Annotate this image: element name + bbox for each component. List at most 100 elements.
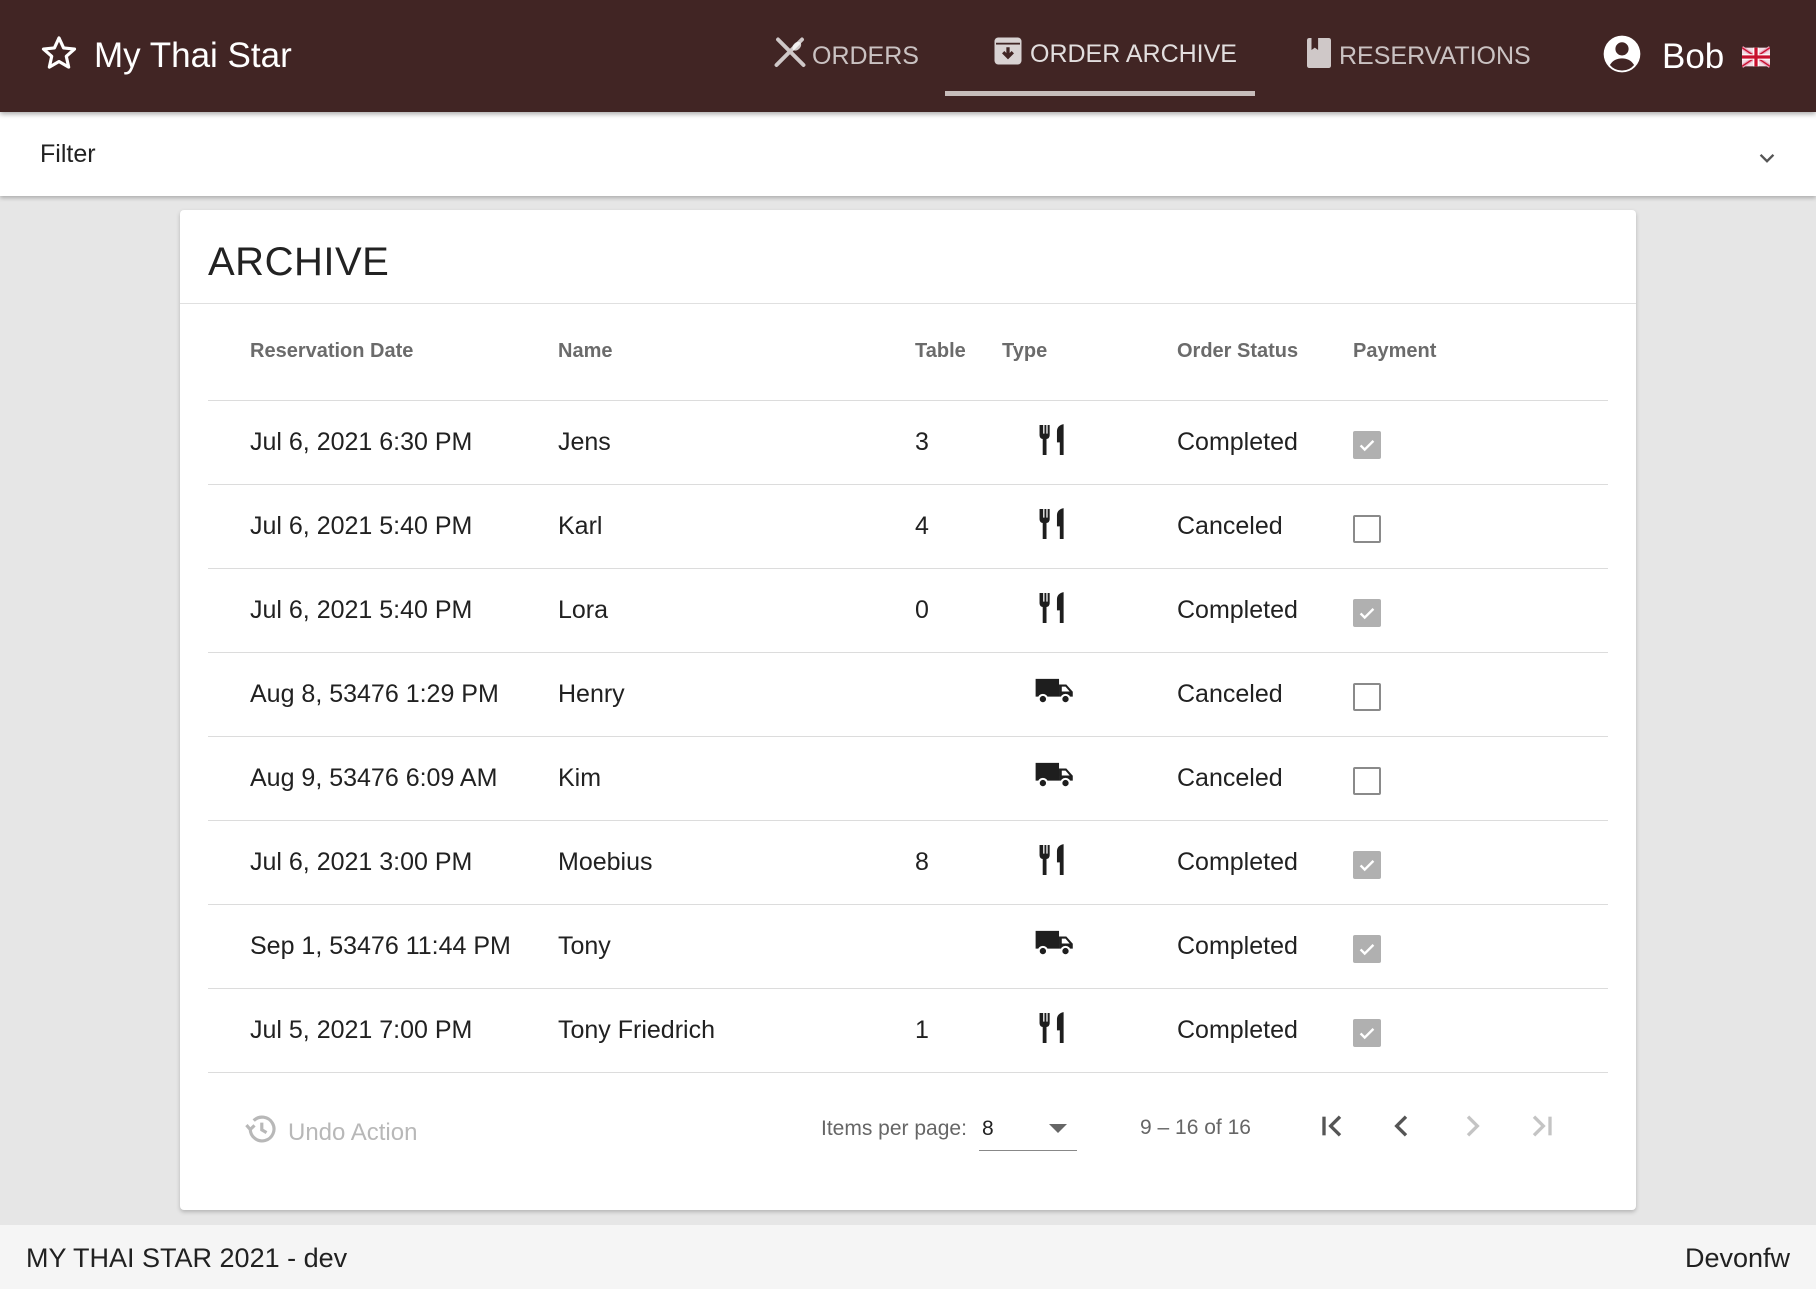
- first-page-icon: [1316, 1110, 1348, 1147]
- table-number-cell: 0: [915, 596, 929, 624]
- chevron-right-icon: [1456, 1110, 1488, 1147]
- first-page-button[interactable]: [1308, 1104, 1356, 1152]
- table-number-cell: 8: [915, 848, 929, 876]
- name-cell: Tony Friedrich: [558, 1016, 715, 1044]
- column-header-reservation-date[interactable]: Reservation Date: [250, 340, 413, 363]
- delivery-truck-icon: [1034, 757, 1076, 798]
- table-row[interactable]: Jul 6, 2021 5:40 PM Lora 0 Completed: [208, 568, 1608, 652]
- en-gb-flag-icon[interactable]: [1740, 46, 1772, 73]
- column-header-type[interactable]: Type: [1002, 340, 1047, 363]
- filter-panel[interactable]: Filter: [0, 112, 1816, 196]
- app-title: My Thai Star: [94, 35, 292, 75]
- tab-reservations[interactable]: RESERVATIONS: [1303, 34, 1531, 78]
- table-row[interactable]: Jul 5, 2021 7:00 PM Tony Friedrich 1 Comple…: [208, 988, 1608, 1072]
- footer-credit: Devonfw: [1684, 1243, 1790, 1273]
- order-status-cell: Canceled: [1177, 764, 1283, 792]
- active-tab-indicator: [945, 91, 1255, 96]
- reservation-date-cell: Aug 9, 53476 6:09 AM: [250, 764, 498, 792]
- order-status-cell: Completed: [1177, 596, 1298, 624]
- column-header-table[interactable]: Table: [915, 340, 966, 363]
- table-row[interactable]: Sep 1, 53476 11:44 PM Tony Completed: [208, 904, 1608, 988]
- cutlery-cross-icon: [772, 35, 808, 78]
- undo-action-button[interactable]: Undo Action: [242, 1110, 417, 1155]
- archive-card: ARCHIVE Reservation Date Name Table Type…: [180, 210, 1636, 1210]
- table-row[interactable]: Jul 6, 2021 6:30 PM Jens 3 Completed: [208, 400, 1608, 484]
- column-header-order-status[interactable]: Order Status: [1177, 340, 1298, 363]
- delivery-truck-icon: [1034, 673, 1076, 714]
- reservation-date-cell: Jul 6, 2021 6:30 PM: [250, 428, 473, 456]
- order-status-cell: Canceled: [1177, 680, 1283, 708]
- cutlery-icon: [1034, 589, 1072, 632]
- table-row[interactable]: Jul 6, 2021 3:00 PM Moebius 8 Completed: [208, 820, 1608, 904]
- reservation-date-cell: Aug 8, 53476 1:29 PM: [250, 680, 499, 708]
- payment-checkbox[interactable]: [1353, 935, 1381, 963]
- undo-action-label: Undo Action: [288, 1118, 418, 1146]
- user-menu[interactable]: Bob: [1600, 32, 1724, 81]
- column-header-name[interactable]: Name: [558, 340, 612, 363]
- reservation-date-cell: Jul 5, 2021 7:00 PM: [250, 1016, 473, 1044]
- cutlery-icon: [1034, 505, 1072, 548]
- chevron-left-icon: [1386, 1110, 1418, 1147]
- reservation-date-cell: Jul 6, 2021 5:40 PM: [250, 512, 473, 540]
- account-circle-icon: [1600, 32, 1644, 81]
- name-cell: Karl: [558, 512, 603, 540]
- column-header-payment[interactable]: Payment: [1353, 340, 1436, 363]
- star-outline-icon: [40, 34, 78, 77]
- name-cell: Henry: [558, 680, 625, 708]
- next-page-button[interactable]: [1448, 1104, 1496, 1152]
- reservation-date-cell: Jul 6, 2021 3:00 PM: [250, 848, 473, 876]
- reservation-date-cell: Sep 1, 53476 11:44 PM: [250, 932, 511, 960]
- table-row[interactable]: Aug 9, 53476 6:09 AM Kim Canceled: [208, 736, 1608, 820]
- top-app-bar: My Thai Star ORDERS ORDER ARCHIVE RESERV…: [0, 0, 1816, 112]
- cutlery-icon: [1034, 421, 1072, 464]
- order-status-cell: Completed: [1177, 932, 1298, 960]
- page-range-label: 9 – 16 of 16: [1140, 1116, 1251, 1139]
- table-number-cell: 3: [915, 428, 929, 456]
- tab-orders-label: ORDERS: [812, 41, 919, 70]
- table-divider: [208, 1072, 1608, 1073]
- user-name: Bob: [1662, 36, 1725, 76]
- previous-page-button[interactable]: [1378, 1104, 1426, 1152]
- tab-reservations-label: RESERVATIONS: [1339, 41, 1531, 70]
- payment-checkbox[interactable]: [1353, 599, 1381, 627]
- payment-checkbox[interactable]: [1353, 767, 1381, 795]
- order-status-cell: Completed: [1177, 428, 1298, 456]
- title-divider: [180, 303, 1636, 304]
- chevron-down-icon[interactable]: [1756, 147, 1778, 174]
- table-row[interactable]: Jul 6, 2021 5:40 PM Karl 4 Canceled: [208, 484, 1608, 568]
- tab-archive-label: ORDER ARCHIVE: [1030, 39, 1237, 68]
- last-page-button[interactable]: [1518, 1104, 1566, 1152]
- filter-label: Filter: [40, 140, 96, 168]
- order-status-cell: Completed: [1177, 848, 1298, 876]
- table-row[interactable]: Aug 8, 53476 1:29 PM Henry Canceled: [208, 652, 1608, 736]
- tab-orders[interactable]: ORDERS: [772, 34, 919, 78]
- dropdown-arrow-icon: [1049, 1124, 1067, 1133]
- last-page-icon: [1526, 1110, 1558, 1147]
- tab-order-archive[interactable]: ORDER ARCHIVE: [990, 32, 1237, 76]
- brand-home-link[interactable]: My Thai Star: [40, 34, 292, 77]
- items-per-page-value: 8: [982, 1117, 994, 1140]
- items-per-page-label: Items per page:: [821, 1117, 967, 1140]
- payment-checkbox[interactable]: [1353, 851, 1381, 879]
- cutlery-icon: [1034, 1009, 1072, 1052]
- payment-checkbox[interactable]: [1353, 683, 1381, 711]
- name-cell: Lora: [558, 596, 609, 624]
- table-number-cell: 4: [915, 512, 929, 540]
- order-status-cell: Canceled: [1177, 512, 1283, 540]
- payment-checkbox[interactable]: [1353, 1019, 1381, 1047]
- order-status-cell: Completed: [1177, 1016, 1298, 1044]
- name-cell: Kim: [558, 764, 602, 792]
- archive-box-icon: [990, 33, 1026, 76]
- payment-checkbox[interactable]: [1353, 431, 1381, 459]
- page-title: ARCHIVE: [208, 240, 390, 284]
- delivery-truck-icon: [1034, 925, 1076, 966]
- table-number-cell: 1: [915, 1016, 929, 1044]
- history-icon: [242, 1110, 280, 1155]
- footer-copyright: MY THAI STAR 2021 - dev: [26, 1243, 348, 1273]
- name-cell: Jens: [558, 428, 611, 456]
- cutlery-icon: [1034, 841, 1072, 884]
- footer: MY THAI STAR 2021 - dev Devonfw: [0, 1225, 1816, 1289]
- payment-checkbox[interactable]: [1353, 515, 1381, 543]
- name-cell: Moebius: [558, 848, 653, 876]
- items-per-page-select[interactable]: 8: [979, 1105, 1077, 1151]
